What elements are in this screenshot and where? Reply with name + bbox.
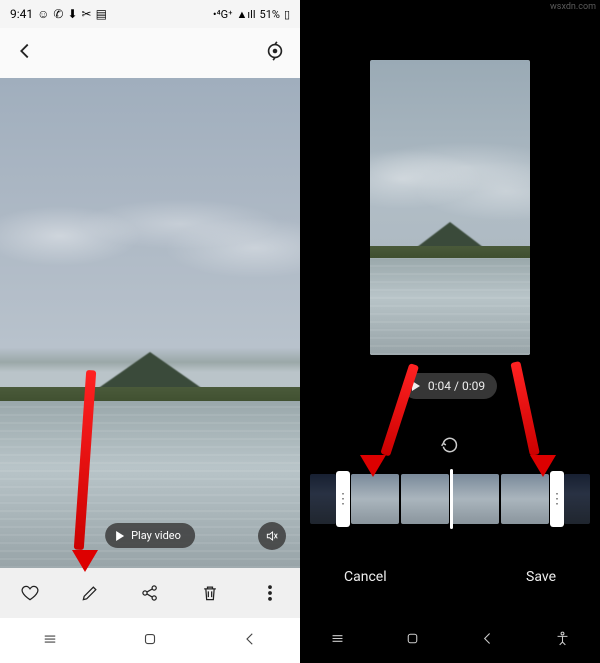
gallery-viewer-screen: 9:41 ☺ ✆ ⬇ ✂ ▤ •⁴G⁺ ▲ıll 51% ▯ Play vid [0,0,300,663]
editor-preview[interactable] [370,60,530,355]
nav-back[interactable] [479,630,496,651]
heart-icon [20,583,40,603]
mute-button[interactable] [258,522,286,550]
nav-home[interactable] [141,630,159,652]
play-icon [411,381,421,391]
trash-icon [200,583,220,603]
sdcard-icon: ▤ [96,7,107,21]
whatsapp-icon: ☺ [37,7,49,21]
smart-view-button[interactable] [264,40,286,66]
battery-half-icon: ▯ [284,8,290,21]
status-time: 9:41 [10,7,33,21]
frame-thumb[interactable] [451,474,499,524]
trim-handle-left[interactable]: ⋮ [336,471,350,527]
more-button[interactable] [250,573,290,613]
play-time-button[interactable]: 0:04 / 0:09 [403,373,497,399]
undo-icon [440,435,460,455]
back-button[interactable] [14,40,36,66]
nav-recents[interactable] [41,630,59,652]
back-icon [479,630,496,647]
editor-action-bar: Cancel Save [300,563,600,591]
battery-text: 51% [260,8,280,21]
navigation-bar [300,618,600,663]
bottom-action-bar [0,568,300,618]
back-icon [241,630,259,648]
screenshot-icon: ✂ [82,7,92,21]
media-preview[interactable]: Play video [0,78,300,568]
chevron-left-icon [14,40,36,62]
accessibility-icon [554,630,571,647]
frame-thumb[interactable] [351,474,399,524]
network-indicator: •⁴G⁺ [213,8,233,21]
playhead[interactable] [450,469,453,529]
frame-thumb[interactable] [501,474,549,524]
navigation-bar [0,618,300,663]
signal-icon: ▲ıll [237,8,256,21]
favorite-button[interactable] [10,573,50,613]
download-icon: ⬇ [67,7,77,21]
time-label: 0:04 / 0:09 [428,379,485,393]
more-vertical-icon [260,583,280,603]
frame-excluded-right [564,474,590,524]
video-editor-screen: 0:04 / 0:09 ⋮ ⋮ Cancel Save [300,0,600,663]
status-bar: 9:41 ☺ ✆ ⬇ ✂ ▤ •⁴G⁺ ▲ıll 51% ▯ [0,0,300,28]
watermark: wsxdn.com [550,2,596,12]
trim-handle-right[interactable]: ⋮ [550,471,564,527]
edit-button[interactable] [70,573,110,613]
play-icon [115,531,125,541]
recents-icon [329,630,346,647]
play-label: Play video [131,529,181,542]
share-button[interactable] [130,573,170,613]
save-button[interactable]: Save [522,563,560,591]
phone-icon: ✆ [53,7,63,21]
frame-excluded-left [310,474,336,524]
trim-timeline: ⋮ ⋮ [310,471,590,527]
share-icon [140,583,160,603]
volume-off-icon [265,529,279,543]
delete-button[interactable] [190,573,230,613]
undo-button[interactable] [440,435,460,459]
home-icon [141,630,159,648]
top-bar [0,28,300,78]
nav-recents[interactable] [329,630,346,651]
home-icon [404,630,421,647]
frame-thumb[interactable] [401,474,449,524]
pencil-icon [80,583,100,603]
nav-home[interactable] [404,630,421,651]
play-video-button[interactable]: Play video [105,523,195,548]
rotate-smart-icon [264,40,286,62]
cancel-button[interactable]: Cancel [340,563,391,591]
nav-back[interactable] [241,630,259,652]
nav-accessibility[interactable] [554,630,571,651]
recents-icon [41,630,59,648]
